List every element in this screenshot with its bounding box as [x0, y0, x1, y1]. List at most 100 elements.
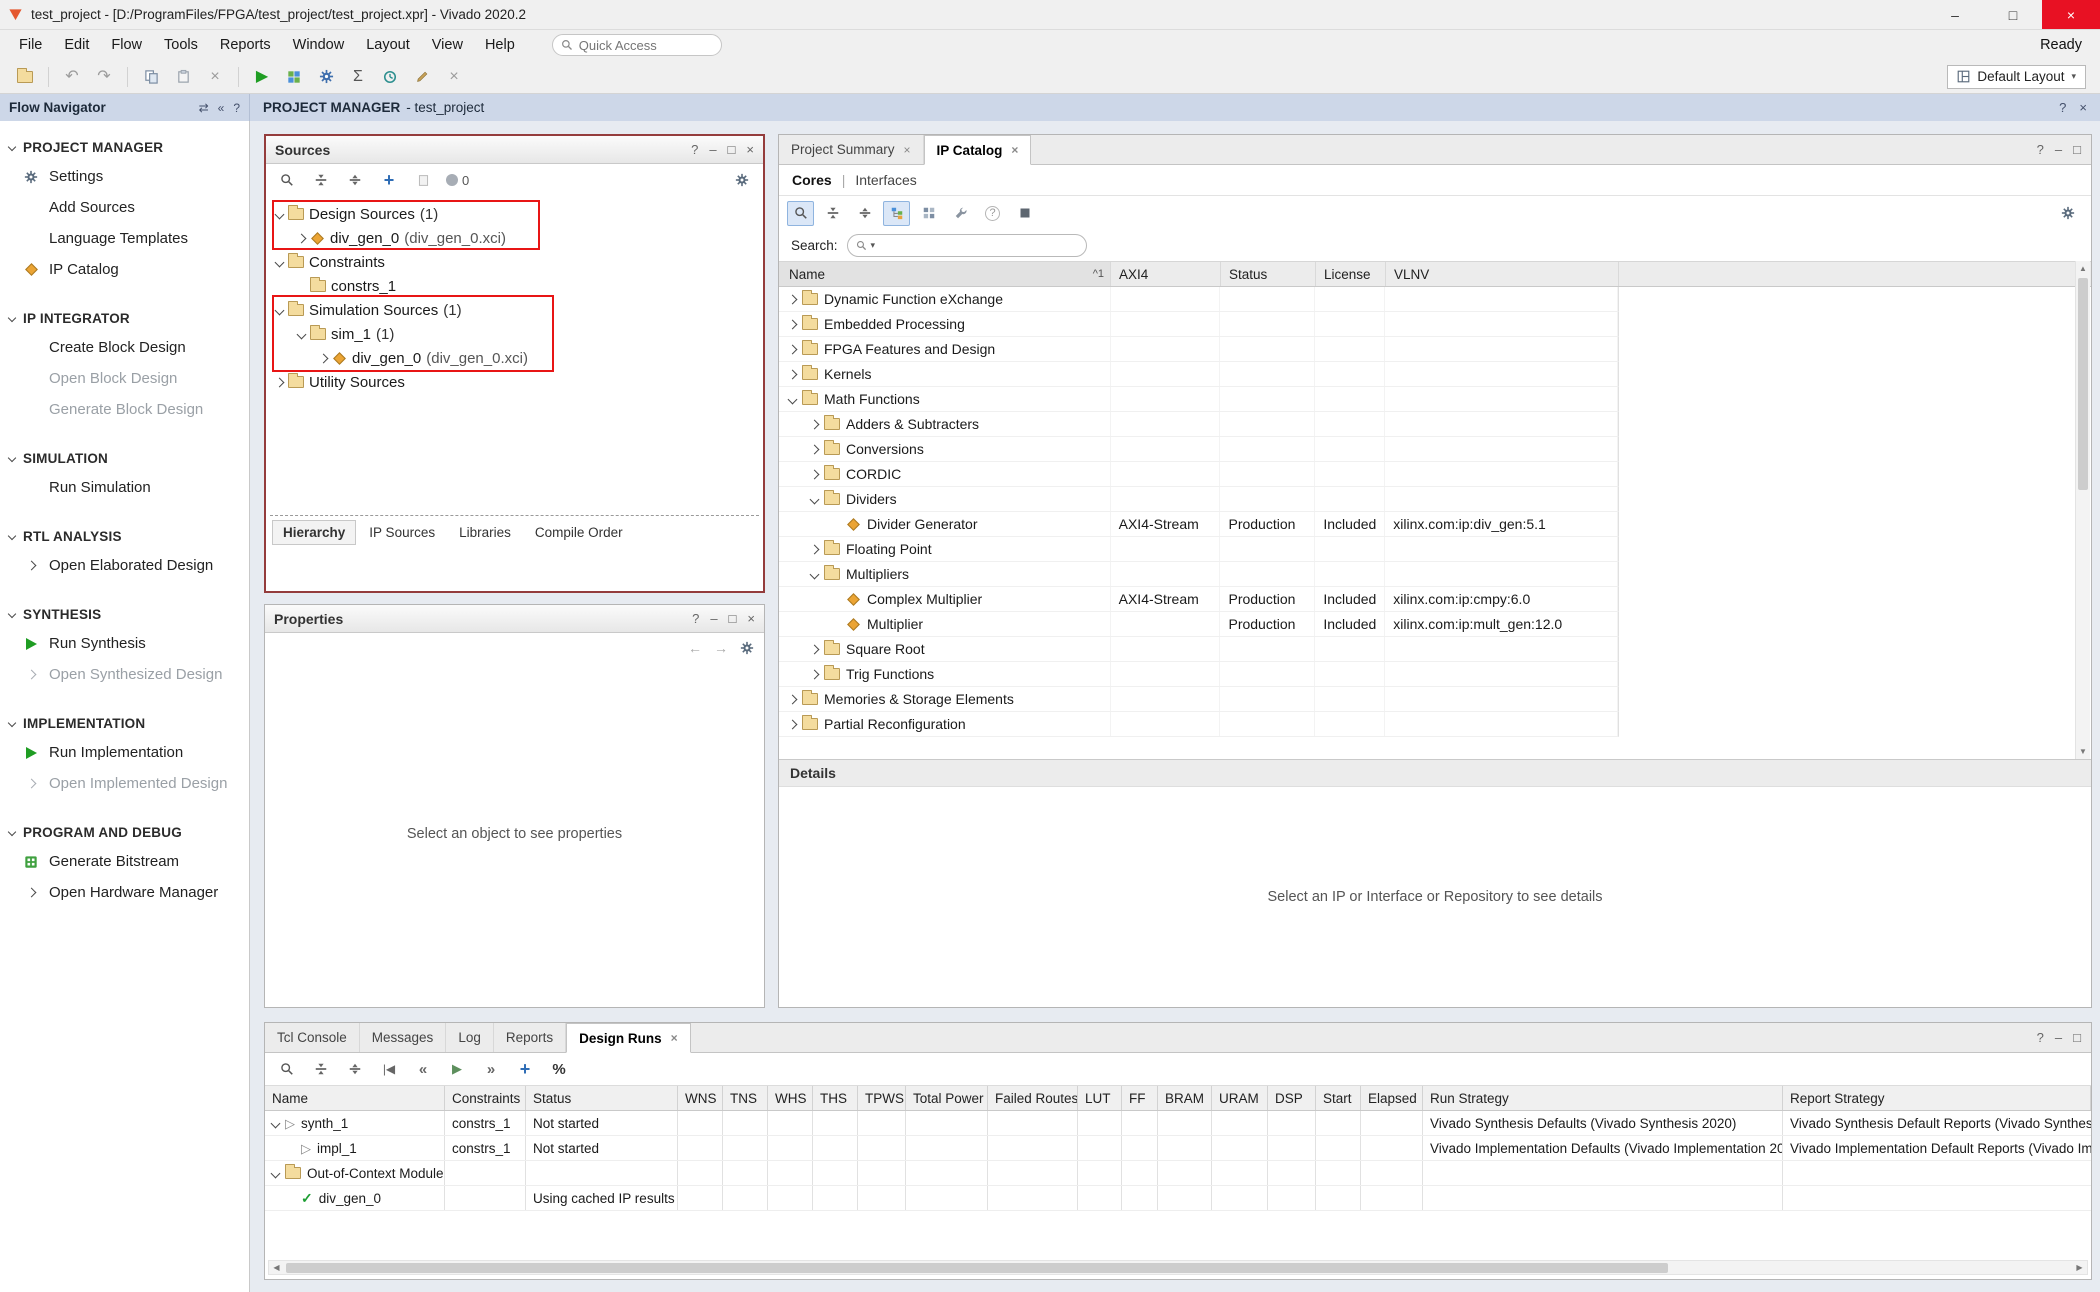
scroll-up-icon[interactable]: ▲ — [2076, 261, 2090, 276]
flownav-item-ip-catalog[interactable]: IP Catalog — [0, 254, 249, 285]
menu-item-window[interactable]: Window — [282, 30, 356, 60]
menu-item-reports[interactable]: Reports — [209, 30, 282, 60]
design-run-row-div-gen-0[interactable]: ✓div_gen_0Using cached IP results — [265, 1186, 2091, 1211]
ip-category-row-trig-functions[interactable]: Trig Functions — [779, 662, 1619, 687]
tab-libraries[interactable]: Libraries — [448, 520, 522, 545]
scroll-down-icon[interactable]: ▼ — [2076, 744, 2090, 759]
ip-category-row-kernels[interactable]: Kernels — [779, 362, 1619, 387]
column-header-axi4[interactable]: AXI4 — [1111, 262, 1221, 286]
chevron-down-icon[interactable] — [271, 1118, 281, 1128]
ip-core-row-complex-multiplier[interactable]: Complex MultiplierAXI4-StreamProductionI… — [779, 587, 1619, 612]
ip-category-row-fpga-features-and-design[interactable]: FPGA Features and Design — [779, 337, 1619, 362]
add-sources-button[interactable]: + — [378, 166, 400, 194]
column-header-vlnv[interactable]: VLNV — [1386, 262, 1619, 286]
flownav-item-open-synthesized-design[interactable]: Open Synthesized Design — [0, 659, 249, 690]
settings-button[interactable] — [311, 63, 341, 91]
tree-item-div-gen-0[interactable]: div_gen_0(div_gen_0.xci) — [266, 346, 763, 370]
collapse-all-button[interactable] — [309, 1055, 333, 1083]
help-icon[interactable]: ? — [2037, 1030, 2044, 1045]
tree-item-div-gen-0[interactable]: div_gen_0(div_gen_0.xci) — [266, 226, 763, 250]
flownav-section-header[interactable]: RTL ANALYSIS — [0, 522, 249, 550]
ip-category-row-square-root[interactable]: Square Root — [779, 637, 1619, 662]
tab-hierarchy[interactable]: Hierarchy — [272, 520, 356, 545]
ip-category-row-floating-point[interactable]: Floating Point — [779, 537, 1619, 562]
chevron-right-icon[interactable] — [810, 544, 820, 554]
tab-ip-catalog[interactable]: IP Catalog × — [924, 135, 1032, 165]
column-header-ff[interactable]: FF — [1122, 1086, 1158, 1110]
tab-messages[interactable]: Messages — [360, 1023, 447, 1052]
expand-all-button[interactable] — [343, 1055, 367, 1083]
layout-selector[interactable]: Default Layout ▾ — [1947, 65, 2086, 89]
vertical-scrollbar[interactable]: ▲ ▼ — [2075, 261, 2090, 759]
flownav-section-header[interactable]: IMPLEMENTATION — [0, 709, 249, 737]
menu-item-help[interactable]: Help — [474, 30, 526, 60]
quick-access-search[interactable] — [552, 34, 722, 56]
redo-button[interactable]: ↷ — [89, 63, 119, 91]
column-header-bram[interactable]: BRAM — [1158, 1086, 1212, 1110]
close-tab-icon[interactable]: × — [904, 143, 911, 157]
flownav-item-open-block-design[interactable]: Open Block Design — [0, 363, 249, 394]
design-run-row-out-of-context-module-runs[interactable]: Out-of-Context Module Runs — [265, 1161, 2091, 1186]
help-icon[interactable]: ? — [2037, 142, 2044, 157]
chevron-right-icon[interactable] — [810, 644, 820, 654]
flownav-item-generate-bitstream[interactable]: Generate Bitstream — [0, 846, 249, 877]
stop-button[interactable] — [1011, 201, 1038, 226]
flownav-item-create-block-design[interactable]: Create Block Design — [0, 332, 249, 363]
document-button[interactable] — [412, 166, 434, 194]
ip-catalog-settings-button[interactable] — [2054, 201, 2081, 226]
properties-panel-header[interactable]: Properties ? – □ × — [265, 605, 764, 633]
close-design-button[interactable]: × — [439, 63, 469, 91]
create-runs-button[interactable]: + — [513, 1055, 537, 1083]
column-header-start[interactable]: Start — [1316, 1086, 1361, 1110]
ip-search-box[interactable]: ▾ — [847, 234, 1087, 257]
flownav-section-header[interactable]: PROJECT MANAGER — [0, 133, 249, 161]
chevron-right-icon[interactable] — [275, 377, 285, 387]
chevron-down-icon[interactable] — [810, 569, 820, 579]
close-icon[interactable]: × — [2079, 100, 2087, 115]
help-icon[interactable]: ? — [692, 611, 699, 626]
column-header-name[interactable]: Name — [265, 1086, 445, 1110]
chevron-right-icon[interactable] — [319, 353, 329, 363]
chevron-down-icon[interactable] — [810, 494, 820, 504]
minimize-icon[interactable]: – — [2055, 142, 2062, 157]
menu-item-layout[interactable]: Layout — [355, 30, 421, 60]
design-run-row-impl-1[interactable]: ▷impl_1constrs_1Not startedVivado Implem… — [265, 1136, 2091, 1161]
column-header-failed-routes[interactable]: Failed Routes — [988, 1086, 1078, 1110]
search-button[interactable] — [276, 166, 298, 194]
design-run-row-synth-1[interactable]: ▷synth_1constrs_1Not startedVivado Synth… — [265, 1111, 2091, 1136]
details-header[interactable]: Details — [779, 759, 2091, 787]
chevron-down-icon[interactable] — [275, 257, 285, 267]
chevron-right-icon[interactable] — [810, 469, 820, 479]
flownav-item-open-elaborated-design[interactable]: Open Elaborated Design — [0, 550, 249, 581]
column-header-report-strategy[interactable]: Report Strategy — [1783, 1086, 2091, 1110]
search-button[interactable] — [787, 201, 814, 226]
ip-category-row-memories-storage-elements[interactable]: Memories & Storage Elements — [779, 687, 1619, 712]
close-icon[interactable]: × — [746, 142, 754, 157]
help-icon[interactable]: ? — [233, 101, 240, 115]
paste-button[interactable] — [168, 63, 198, 91]
tree-item-constrs-1[interactable]: constrs_1 — [266, 274, 763, 298]
column-header-tns[interactable]: TNS — [723, 1086, 768, 1110]
expand-all-button[interactable] — [851, 201, 878, 226]
scrollbar-thumb[interactable] — [2078, 278, 2088, 490]
column-header-wns[interactable]: WNS — [678, 1086, 723, 1110]
chevron-right-icon[interactable] — [788, 319, 798, 329]
ip-category-row-embedded-processing[interactable]: Embedded Processing — [779, 312, 1619, 337]
column-header-status[interactable]: Status — [526, 1086, 678, 1110]
column-header-total-power[interactable]: Total Power — [906, 1086, 988, 1110]
collapse-icon[interactable]: « — [218, 101, 225, 115]
search-button[interactable] — [275, 1055, 299, 1083]
tab-design-runs[interactable]: Design Runs × — [566, 1023, 691, 1053]
minimize-icon[interactable]: – — [709, 142, 716, 157]
chevron-right-icon[interactable] — [788, 719, 798, 729]
collapse-all-button[interactable] — [310, 166, 332, 194]
horizontal-scrollbar[interactable]: ◀ ▶ — [268, 1260, 2088, 1275]
scrollbar-thumb[interactable] — [286, 1263, 1668, 1273]
column-header-constraints[interactable]: Constraints — [445, 1086, 526, 1110]
ip-category-row-multipliers[interactable]: Multipliers — [779, 562, 1619, 587]
chevron-right-icon[interactable] — [297, 233, 307, 243]
ip-category-row-math-functions[interactable]: Math Functions — [779, 387, 1619, 412]
flownav-section-header[interactable]: SYNTHESIS — [0, 600, 249, 628]
chevron-down-icon[interactable] — [271, 1168, 281, 1178]
subtab-interfaces[interactable]: Interfaces — [855, 172, 916, 188]
